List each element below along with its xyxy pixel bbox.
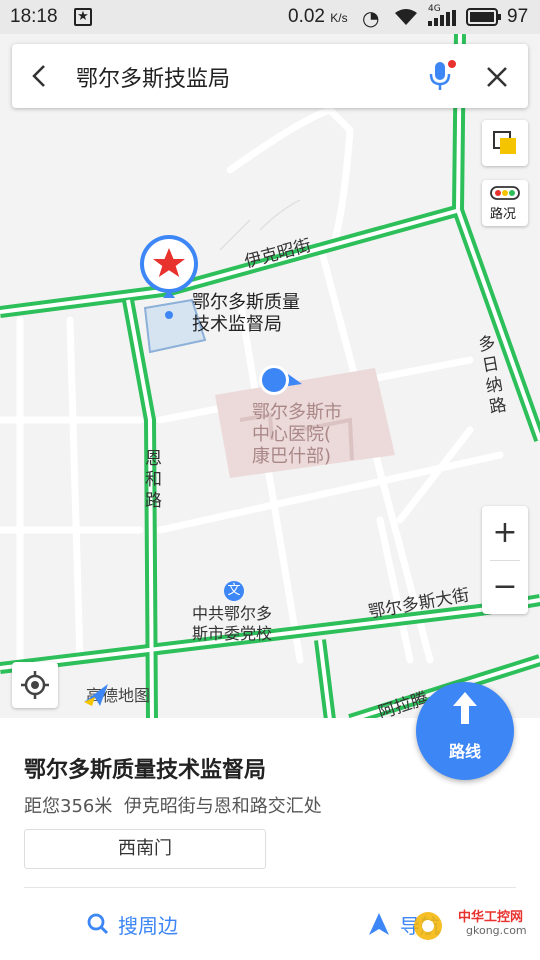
school-label[interactable]: 中共鄂尔多 斯市委党校 (192, 604, 272, 644)
address-text: 伊克昭街与恩和路交汇处 (123, 796, 322, 817)
selected-location-pin[interactable] (138, 232, 198, 308)
battery-icon (466, 8, 501, 26)
watermark-text: 中华工控网 (458, 910, 524, 925)
traffic-button[interactable]: 路况 (482, 180, 528, 226)
watermark-domain: gkong.com (466, 924, 527, 937)
route-button[interactable]: 路线 (416, 682, 514, 780)
map-view[interactable]: 伊克昭街 恩 和 路 多 日 纳 路 鄂尔多斯大街 阿拉腾 鄂尔多斯质量 技术监… (0, 34, 540, 720)
navigation-arrow-icon (369, 913, 389, 935)
traffic-label: 路况 (490, 207, 517, 222)
route-arrow-icon (453, 692, 477, 724)
zoom-in-button[interactable]: + (482, 506, 528, 560)
notification-icon: ★ (74, 8, 92, 26)
layers-icon (493, 131, 516, 154)
place-title: 鄂尔多斯质量技术监督局 (24, 758, 267, 783)
search-nearby-button[interactable]: 搜周边 (86, 904, 178, 944)
sync-icon: ◔ (362, 6, 380, 30)
wifi-icon (395, 9, 417, 25)
zoom-controls: + − (482, 506, 528, 614)
status-time: 18:18 (10, 6, 58, 27)
network-speed: 0.02 K/s (288, 6, 348, 27)
place-subtitle: 距您356米 伊克昭街与恩和路交汇处 (24, 792, 322, 818)
school-icon[interactable]: 文 (224, 581, 244, 601)
traffic-light-icon (490, 186, 520, 200)
distance-text: 距您356米 (24, 796, 113, 817)
search-icon (87, 913, 109, 935)
search-bar[interactable]: 鄂尔多斯技监局 (12, 44, 528, 108)
entrance-chip[interactable]: 西南门 (24, 829, 266, 869)
search-nearby-label: 搜周边 (118, 913, 178, 938)
battery-level: 97 (507, 6, 529, 27)
poi-label[interactable]: 鄂尔多斯质量 技术监督局 (192, 292, 300, 336)
divider (24, 887, 516, 888)
status-bar: 18:18 ★ 0.02 K/s ◔ 4G 97 (0, 0, 540, 34)
route-label: 路线 (448, 742, 481, 761)
watermark: 中华工控网 gkong.com (408, 896, 538, 956)
back-icon[interactable] (30, 64, 48, 88)
hospital-label[interactable]: 鄂尔多斯市 中心医院( 康巴什部) (252, 402, 342, 468)
poi-dot (165, 311, 173, 319)
street-label-enhe: 恩 和 路 (145, 449, 162, 511)
map-logo: 高德地图 (82, 682, 150, 706)
gear-logo-icon (414, 912, 442, 940)
locate-me-button[interactable] (12, 662, 58, 708)
crosshair-icon (21, 671, 49, 699)
zoom-out-button[interactable]: − (482, 560, 528, 614)
close-icon[interactable] (486, 66, 508, 88)
search-input[interactable]: 鄂尔多斯技监局 (76, 61, 230, 93)
microphone-icon[interactable] (426, 58, 456, 92)
signal-icon (428, 10, 456, 26)
layers-button[interactable] (482, 120, 528, 166)
amap-logo-icon (84, 684, 108, 706)
